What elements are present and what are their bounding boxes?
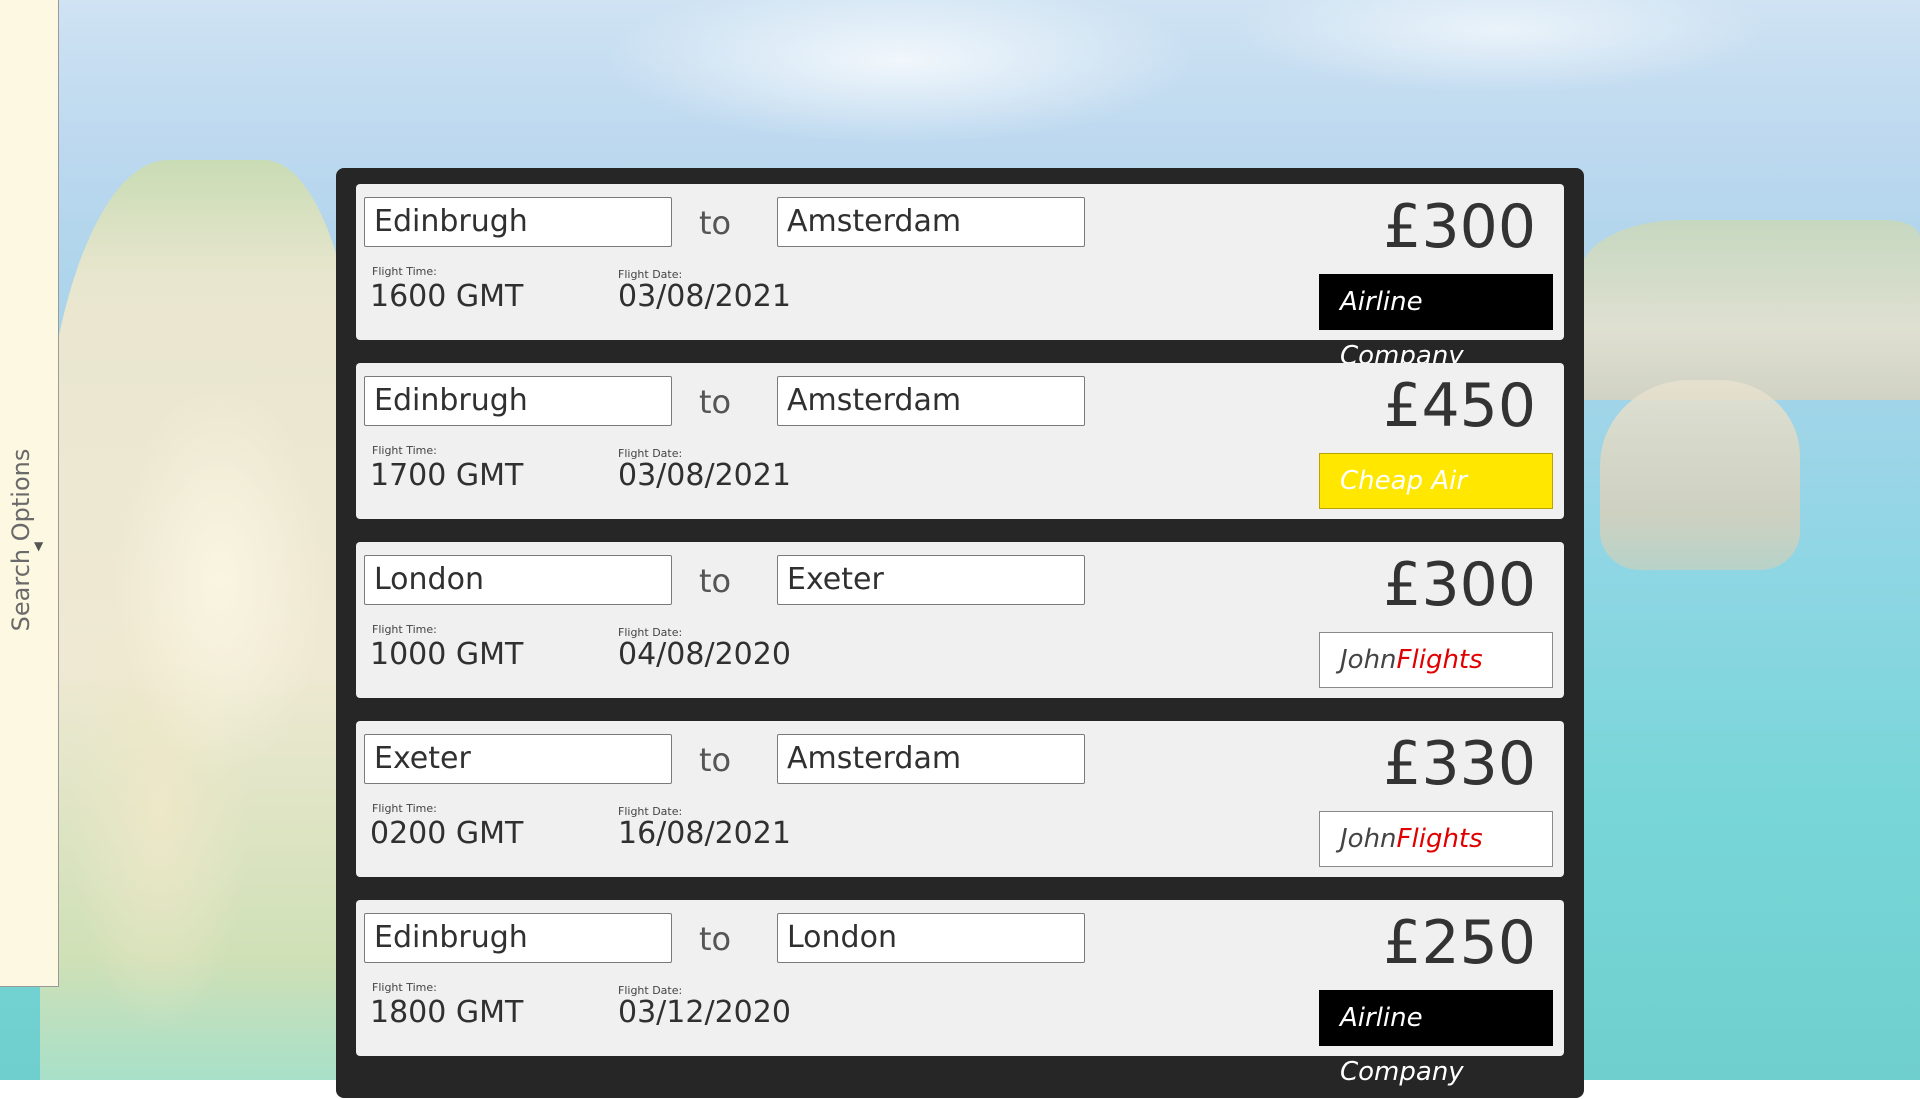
expand-arrow-icon[interactable]: ▼ <box>34 539 43 553</box>
airline-name-part2: Flights <box>1396 824 1483 854</box>
to-connector: to <box>699 562 732 600</box>
price: £450 <box>1383 371 1536 441</box>
flight-time-label: Flight Time: <box>372 444 437 457</box>
to-connector: to <box>699 383 732 421</box>
airline-badge[interactable]: JohnFlights <box>1319 811 1553 867</box>
airline-badge[interactable]: Airline Company <box>1319 990 1553 1087</box>
flight-time-label: Flight Time: <box>372 265 437 278</box>
to-connector: to <box>699 204 732 242</box>
flight-date-value: 16/08/2021 <box>618 816 791 851</box>
search-options-label[interactable]: Search Options <box>7 449 35 632</box>
flight-card[interactable]: Exeter to Amsterdam Flight Time: Flight … <box>356 721 1564 877</box>
flight-time-value: 1000 GMT <box>370 637 524 672</box>
airline-name-part1: John <box>1340 824 1397 854</box>
destination-field[interactable]: Amsterdam <box>777 197 1085 247</box>
price: £250 <box>1383 908 1536 978</box>
to-connector: to <box>699 920 732 958</box>
flight-card[interactable]: Edinbrugh to Amsterdam Flight Time: Flig… <box>356 363 1564 519</box>
flight-date-value: 04/08/2020 <box>618 637 791 672</box>
background-rock-right <box>1600 380 1800 570</box>
flight-date-value: 03/08/2021 <box>618 458 791 493</box>
origin-field[interactable]: Edinbrugh <box>364 197 672 247</box>
search-options-sidebar[interactable]: Search Options ▼ <box>0 0 59 987</box>
airline-badge[interactable]: Cheap Air <box>1319 453 1553 509</box>
destination-field[interactable]: London <box>777 913 1085 963</box>
flight-time-label: Flight Time: <box>372 981 437 994</box>
price: £300 <box>1383 192 1536 262</box>
origin-field[interactable]: Exeter <box>364 734 672 784</box>
flight-time-value: 1700 GMT <box>370 458 524 493</box>
flight-time-label: Flight Time: <box>372 802 437 815</box>
flight-time-value: 1800 GMT <box>370 995 524 1030</box>
flight-date-value: 03/12/2020 <box>618 995 791 1030</box>
price: £330 <box>1383 729 1536 799</box>
airline-badge[interactable]: Airline Company <box>1319 274 1553 371</box>
flight-card[interactable]: Edinbrugh to Amsterdam Flight Time: Flig… <box>356 184 1564 371</box>
origin-field[interactable]: London <box>364 555 672 605</box>
flight-time-value: 1600 GMT <box>370 279 524 314</box>
flight-results-panel: Edinbrugh to Amsterdam Flight Time: Flig… <box>336 168 1584 1098</box>
flight-date-value: 03/08/2021 <box>618 279 791 314</box>
price: £300 <box>1383 550 1536 620</box>
flight-time-value: 0200 GMT <box>370 816 524 851</box>
origin-field[interactable]: Edinbrugh <box>364 376 672 426</box>
flight-time-label: Flight Time: <box>372 623 437 636</box>
destination-field[interactable]: Exeter <box>777 555 1085 605</box>
background-cliff-right <box>1580 220 1920 400</box>
destination-field[interactable]: Amsterdam <box>777 376 1085 426</box>
background-cliff-left <box>40 160 360 1080</box>
flight-card[interactable]: London to Exeter Flight Time: Flight Dat… <box>356 542 1564 698</box>
flight-card[interactable]: Edinbrugh to London Flight Time: Flight … <box>356 900 1564 1087</box>
origin-field[interactable]: Edinbrugh <box>364 913 672 963</box>
airline-name-part2: Flights <box>1396 645 1483 675</box>
airline-badge[interactable]: JohnFlights <box>1319 632 1553 688</box>
destination-field[interactable]: Amsterdam <box>777 734 1085 784</box>
to-connector: to <box>699 741 732 779</box>
airline-name-part1: John <box>1340 645 1397 675</box>
